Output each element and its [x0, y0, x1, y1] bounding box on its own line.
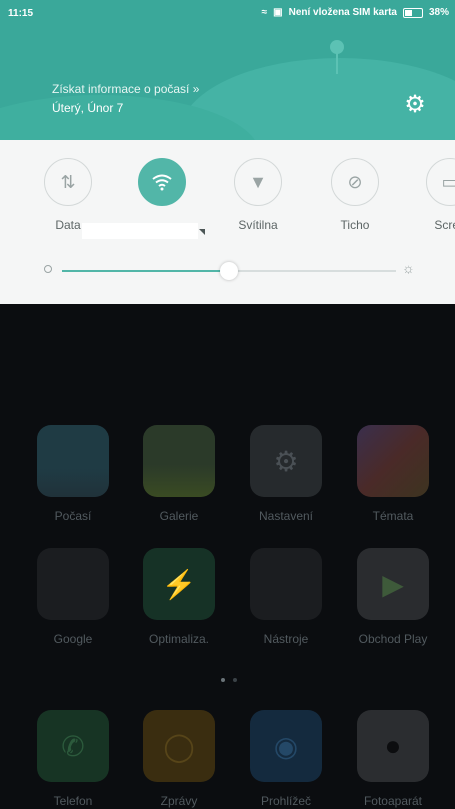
app-label: Google	[53, 632, 93, 646]
redacted-area	[82, 223, 198, 239]
brightness-slider-fill	[62, 270, 229, 272]
page-indicator	[221, 678, 237, 682]
wifi-icon[interactable]	[138, 158, 186, 206]
wifi-glyph	[152, 174, 172, 191]
toggle-silent[interactable]: ⊘ Ticho	[310, 158, 400, 232]
settings-app-icon[interactable]: ⚙	[250, 425, 322, 497]
app-tools[interactable]: Nástroje	[243, 548, 329, 646]
app-gallery[interactable]: Galerie	[136, 425, 222, 523]
themes-app-icon[interactable]	[357, 425, 429, 497]
date-label: Úterý, Únor 7	[52, 101, 124, 115]
app-label: Galerie	[159, 509, 199, 523]
gallery-app-icon[interactable]	[143, 425, 215, 497]
app-label: Obchod Play	[358, 632, 428, 646]
brightness-low-icon	[44, 265, 52, 273]
phone-icon[interactable]: ✆	[37, 710, 109, 782]
data-arrows-icon[interactable]: ⇅	[44, 158, 92, 206]
mute-bell-icon[interactable]: ⊘	[331, 158, 379, 206]
app-optimizer[interactable]: ⚡ Optimaliza.	[136, 548, 222, 646]
weather-link[interactable]: Získat informace o počasí »	[52, 82, 199, 96]
tools-folder-icon[interactable]	[250, 548, 322, 620]
app-phone[interactable]: ✆ Telefon	[30, 710, 116, 808]
app-label: Zprávy	[160, 794, 198, 808]
battery-icon	[402, 7, 423, 18]
play-store-icon[interactable]: ▶	[357, 548, 429, 620]
sim-status-text: Není vložena SIM karta	[288, 7, 397, 18]
app-label: Nástroje	[263, 632, 309, 646]
app-label: Prohlížeč	[260, 794, 312, 808]
app-browser[interactable]: ◉ Prohlížeč	[243, 710, 329, 808]
sim-card-icon: ▣	[273, 7, 283, 18]
app-messages[interactable]: ◯ Zprávy	[136, 710, 222, 808]
battery-percent: 38%	[428, 7, 449, 18]
weather-app-icon[interactable]	[37, 425, 109, 497]
flashlight-icon[interactable]: ▼	[234, 158, 282, 206]
app-play-store[interactable]: ▶ Obchod Play	[350, 548, 436, 646]
settings-gear-icon[interactable]: ⚙	[402, 92, 428, 118]
app-settings[interactable]: ⚙ Nastavení	[243, 425, 329, 523]
wifi-status-icon: ≈	[261, 7, 268, 18]
page-dot	[233, 678, 237, 682]
toggle-wifi[interactable]	[117, 158, 207, 218]
shield-app-icon[interactable]: ⚡	[143, 548, 215, 620]
toggle-flashlight[interactable]: ▼ Svítilna	[213, 158, 303, 232]
toggle-label: Svítilna	[238, 218, 278, 232]
tree-art	[336, 52, 338, 74]
message-bubble-icon[interactable]: ◯	[143, 710, 215, 782]
app-label: Fotoaparát	[363, 794, 423, 808]
status-right: ≈ ▣ Není vložena SIM karta 38%	[262, 7, 449, 18]
toggle-data[interactable]: ⇅ Data	[23, 158, 113, 232]
browser-compass-icon[interactable]: ◉	[250, 710, 322, 782]
app-label: Telefon	[53, 794, 93, 808]
screen-icon[interactable]: ▭	[426, 158, 455, 206]
brightness-slider-handle[interactable]	[220, 262, 238, 280]
toggle-label: Scree	[434, 218, 455, 232]
app-google[interactable]: Google	[30, 548, 116, 646]
app-label: Počasí	[54, 509, 92, 523]
app-label: Optimaliza.	[148, 632, 210, 646]
app-label: Témata	[372, 509, 414, 523]
status-time: 11:15	[8, 8, 34, 19]
page-dot	[221, 678, 225, 682]
toggle-label: Ticho	[340, 218, 370, 232]
app-label: Nastavení	[258, 509, 314, 523]
status-bar: 11:15 ≈ ▣ Není vložena SIM karta 38%	[0, 0, 455, 26]
google-folder-icon[interactable]	[37, 548, 109, 620]
app-camera[interactable]: ● Fotoaparát	[350, 710, 436, 808]
notification-header: 11:15 ≈ ▣ Není vložena SIM karta 38% Zís…	[0, 0, 455, 140]
expand-caret-icon[interactable]	[199, 229, 205, 235]
brightness-high-icon: ☼	[402, 260, 415, 276]
toggle-screen[interactable]: ▭ Scree	[405, 158, 455, 232]
app-weather[interactable]: Počasí	[30, 425, 116, 523]
app-themes[interactable]: Témata	[350, 425, 436, 523]
camera-lens-icon[interactable]: ●	[357, 710, 429, 782]
